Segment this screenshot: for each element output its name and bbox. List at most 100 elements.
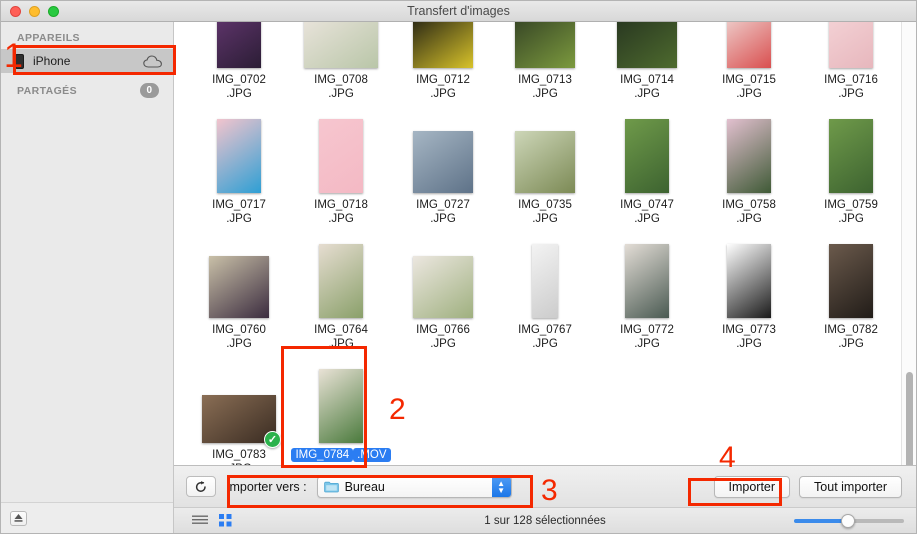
thumbnail-image[interactable] — [515, 22, 575, 68]
thumbnail-filename: IMG_0702 .JPG — [212, 73, 266, 101]
thumbnail-filename: IMG_0773 .JPG — [722, 323, 776, 351]
status-bar: 1 sur 128 sélectionnées — [174, 507, 916, 533]
sidebar-item-iphone[interactable]: iPhone — [1, 49, 173, 73]
thumbnail-cell[interactable]: IMG_0702 .JPG — [188, 22, 290, 109]
thumbnail-image-wrap — [625, 240, 669, 318]
filename-extension: .JPG — [532, 338, 558, 350]
thumbnail-image-wrap — [209, 240, 269, 318]
eject-button[interactable] — [10, 510, 27, 526]
filename-base: IMG_0735 — [518, 199, 572, 211]
thumbnail-image-wrap — [532, 240, 558, 318]
thumbnail-grid-area[interactable]: IMG_0702 .JPG IMG_0708 .JPG IMG_0712 .JPG IMG_… — [174, 22, 916, 465]
thumbnail-cell[interactable]: IMG_0758 .JPG — [698, 109, 800, 234]
thumbnail-cell[interactable]: IMG_0714 .JPG — [596, 22, 698, 109]
thumbnail-cell[interactable]: IMG_0759 .JPG — [800, 109, 902, 234]
thumbnail-filename: IMG_0747 .JPG — [620, 198, 674, 226]
thumbnail-image-wrap — [413, 240, 473, 318]
thumbnail-cell[interactable]: IMG_0772 .JPG — [596, 234, 698, 359]
thumbnail-size-slider[interactable] — [794, 513, 904, 528]
thumbnail-image[interactable] — [625, 119, 669, 193]
chevron-updown-icon[interactable]: ▲ ▼ — [491, 476, 511, 497]
thumbnail-image-wrap — [413, 115, 473, 193]
thumbnail-filename: IMG_0712 .JPG — [416, 73, 470, 101]
image-capture-window: Transfert d'images APPAREILS iPhone PART… — [0, 0, 917, 534]
thumbnail-filename: IMG_0758 .JPG — [722, 198, 776, 226]
thumbnail-cell[interactable]: IMG_0782 .JPG — [800, 234, 902, 359]
thumbnail-cell[interactable]: IMG_0717 .JPG — [188, 109, 290, 234]
thumbnail-image[interactable] — [727, 244, 771, 318]
thumbnail-image-wrap — [217, 22, 261, 68]
thumbnail-image[interactable] — [319, 119, 363, 193]
thumbnail-image[interactable] — [829, 22, 873, 68]
thumbnail-image[interactable] — [413, 22, 473, 68]
thumbnail-cell[interactable]: IMG_0715 .JPG — [698, 22, 800, 109]
thumbnail-cell[interactable]: IMG_0727 .JPG — [392, 109, 494, 234]
thumbnail-image[interactable] — [217, 119, 261, 193]
thumbnail-cell[interactable]: IMG_0747 .JPG — [596, 109, 698, 234]
content-pane: IMG_0702 .JPG IMG_0708 .JPG IMG_0712 .JPG IMG_… — [174, 22, 916, 533]
filename-extension: .JPG — [736, 88, 762, 100]
thumbnail-image[interactable] — [625, 244, 669, 318]
filename-extension: .JPG — [430, 88, 456, 100]
thumbnail-filename: IMG_0782 .JPG — [824, 323, 878, 351]
thumbnail-image[interactable] — [617, 22, 677, 68]
thumbnail-cell[interactable]: IMG_0766 .JPG — [392, 234, 494, 359]
filename-extension: .JPG — [634, 213, 660, 225]
thumbnail-image[interactable] — [727, 22, 771, 68]
thumbnail-image-wrap — [413, 22, 473, 68]
thumbnail-image[interactable] — [413, 131, 473, 193]
filename-base: IMG_0760 — [212, 324, 266, 336]
filename-extension: .JPG — [430, 338, 456, 350]
filename-extension: .JPG — [634, 338, 660, 350]
thumbnail-image-wrap — [727, 115, 771, 193]
filename-extension: .JPG — [838, 338, 864, 350]
thumbnail-cell[interactable]: IMG_0735 .JPG — [494, 109, 596, 234]
import-all-button[interactable]: Tout importer — [799, 475, 902, 498]
scrollbar-thumb[interactable] — [906, 372, 913, 478]
thumbnail-image[interactable] — [304, 22, 378, 68]
sidebar-header-shared-row: PARTAGÉS 0 — [1, 73, 173, 103]
destination-value: Bureau — [344, 479, 385, 494]
thumbnail-cell[interactable]: IMG_0716 .JPG — [800, 22, 902, 109]
thumbnail-image[interactable] — [532, 244, 558, 318]
filename-extension: .JPG — [328, 88, 354, 100]
filename-base: IMG_0717 — [212, 199, 266, 211]
thumbnail-cell[interactable]: IMG_0708 .JPG — [290, 22, 392, 109]
slider-knob[interactable] — [841, 513, 855, 528]
thumbnail-image[interactable] — [829, 119, 873, 193]
filename-base: IMG_0782 — [824, 324, 878, 336]
thumbnail-cell[interactable]: IMG_0712 .JPG — [392, 22, 494, 109]
thumbnail-cell[interactable]: ✓IMG_0783.JPG — [188, 359, 290, 465]
thumbnail-image-wrap — [515, 115, 575, 193]
thumbnail-image[interactable] — [209, 256, 269, 318]
thumbnail-image[interactable] — [413, 256, 473, 318]
filename-base: IMG_0713 — [518, 74, 572, 86]
thumbnail-cell[interactable]: IMG_0764 .JPG — [290, 234, 392, 359]
thumbnail-cell[interactable]: IMG_0784 .MOV — [290, 359, 392, 465]
thumbnail-cell[interactable]: IMG_0767 .JPG — [494, 234, 596, 359]
vertical-scrollbar[interactable] — [901, 22, 916, 533]
thumbnail-cell[interactable]: IMG_0718 .JPG — [290, 109, 392, 234]
thumbnail-image-wrap — [319, 365, 363, 443]
thumbnail-filename: IMG_0715 .JPG — [722, 73, 776, 101]
thumbnail-filename: IMG_0764 .JPG — [314, 323, 368, 351]
thumbnail-image[interactable] — [217, 22, 261, 68]
rotate-button[interactable] — [186, 476, 216, 497]
thumbnail-filename: IMG_0708 .JPG — [314, 73, 368, 101]
thumbnail-cell[interactable]: IMG_0773 .JPG — [698, 234, 800, 359]
destination-popup-button[interactable]: Bureau ▲ ▼ — [316, 475, 512, 498]
thumbnail-filename: IMG_0714 .JPG — [620, 73, 674, 101]
import-button[interactable]: Importer — [713, 475, 791, 498]
filename-base: IMG_0727 — [416, 199, 470, 211]
thumbnail-image[interactable] — [319, 369, 363, 443]
thumbnail-cell[interactable]: IMG_0760 .JPG — [188, 234, 290, 359]
thumbnail-cell[interactable]: IMG_0713 .JPG — [494, 22, 596, 109]
filename-extension: .JPG — [736, 213, 762, 225]
thumbnail-image[interactable] — [319, 244, 363, 318]
thumbnail-image-wrap — [829, 22, 873, 68]
thumbnail-image[interactable] — [515, 131, 575, 193]
thumbnail-image[interactable] — [829, 244, 873, 318]
filename-extension: .JPG — [328, 213, 354, 225]
thumbnail-image[interactable] — [727, 119, 771, 193]
